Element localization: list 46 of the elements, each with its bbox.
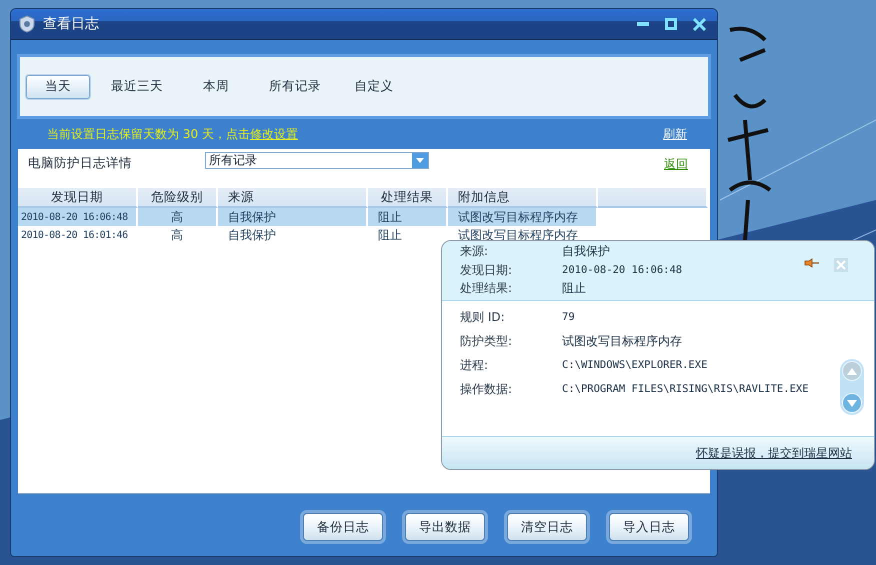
down-arrow-icon [847, 400, 857, 406]
detail-label: 发现日期: [460, 262, 514, 278]
detail-value: C:\WINDOWS\EXPLORER.EXE [562, 358, 708, 372]
period-tab[interactable]: 本周 [184, 74, 248, 98]
action-button[interactable]: 导入日志 [609, 513, 689, 541]
maximize-icon [665, 18, 677, 30]
detail-value: C:\PROGRAM FILES\RISING\RIS\RAVLITE.EXE [562, 382, 810, 396]
detail-label: 进程: [460, 358, 490, 372]
table-cell: 自我保护 [218, 208, 368, 226]
refresh-link[interactable]: 刷新 [663, 126, 687, 142]
detail-label: 防护类型: [460, 334, 514, 348]
table-cell: 试图改写目标程序内存 [448, 208, 598, 226]
detail-value: 试图改写目标程序内存 [562, 334, 683, 348]
table-cell: 2010-08-20 16:06:48 [18, 208, 138, 226]
detail-label: 来源: [460, 244, 490, 259]
detail-value: 2010-08-20 16:06:48 [562, 262, 684, 278]
column-header[interactable]: 来源 [218, 188, 368, 208]
column-header[interactable]: 发现日期 [18, 188, 138, 208]
retention-notice: 当前设置日志保留天数为 30 天，点击修改设置 [47, 126, 299, 142]
action-button[interactable]: 清空日志 [507, 513, 587, 541]
action-button[interactable]: 备份日志 [303, 513, 383, 541]
back-link[interactable]: 返回 [664, 156, 688, 173]
table-cell: 高 [138, 208, 218, 226]
detail-label: 操作数据: [460, 382, 514, 396]
up-arrow-icon [847, 368, 857, 374]
filter-dropdown[interactable]: 所有记录 [205, 152, 429, 169]
detail-label: 规则 ID: [460, 310, 506, 324]
column-header[interactable]: 附加信息 [448, 188, 598, 208]
panel-label: 电脑防护日志详情 [28, 155, 133, 172]
detail-value: 自我保护 [562, 244, 611, 259]
column-header[interactable]: 处理结果 [368, 188, 448, 208]
period-tab[interactable]: 所有记录 [260, 74, 330, 98]
action-button[interactable]: 导出数据 [405, 513, 485, 541]
column-header[interactable]: 危险级别 [138, 188, 218, 208]
detail-value: 阻止 [562, 281, 587, 296]
detail-label: 处理结果: [460, 281, 514, 296]
close-icon [692, 18, 706, 30]
table-cell: 阻止 [368, 208, 448, 226]
window-title: 查看日志 [43, 15, 100, 33]
period-tab[interactable]: 自定义 [342, 74, 406, 98]
detail-value: 79 [562, 310, 576, 324]
period-tab[interactable]: 最近三天 [102, 74, 172, 98]
report-link[interactable]: 怀疑是误报，提交到瑞星网站 [696, 444, 852, 462]
period-tab[interactable]: 当天 [26, 74, 90, 98]
minimize-icon [637, 22, 649, 26]
shield-icon [19, 15, 35, 33]
